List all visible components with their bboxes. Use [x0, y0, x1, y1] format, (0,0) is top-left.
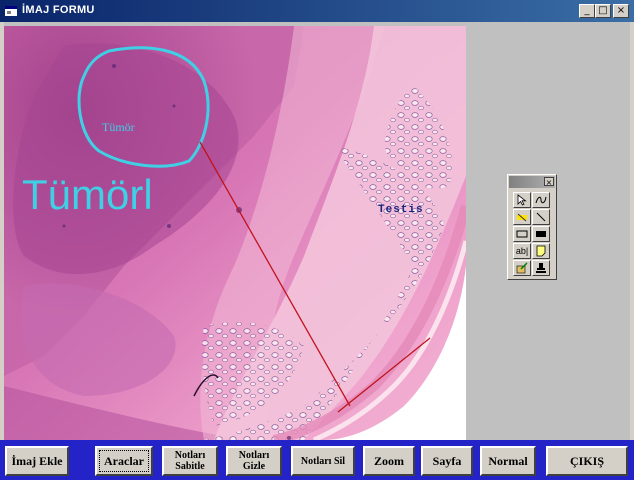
note-icon: [536, 245, 546, 257]
notlari-sil-button[interactable]: Notları Sil: [291, 446, 355, 476]
image-canvas: [4, 26, 466, 440]
line-icon: [536, 212, 546, 222]
zoom-button[interactable]: Zoom: [363, 446, 415, 476]
filled-rectangle-tool[interactable]: [532, 226, 550, 242]
text-tool[interactable]: ab|: [513, 243, 531, 259]
close-button[interactable]: ×: [613, 4, 629, 18]
notlari-sabitle-line1: Notları: [174, 450, 206, 461]
image-edit-icon: [516, 262, 528, 274]
filled-rectangle-icon: [536, 231, 546, 237]
app-icon: [5, 6, 17, 16]
testis-label[interactable]: Testis: [378, 204, 424, 216]
imaj-ekle-button[interactable]: İmaj Ekle: [5, 446, 69, 476]
title-bar: İMAJ FORMU _ □ ×: [0, 0, 634, 22]
window-title: İMAJ FORMU: [22, 4, 95, 16]
image-edit-tool[interactable]: [513, 260, 531, 276]
pointer-tool[interactable]: [513, 192, 531, 208]
drawing-toolbox[interactable]: × ab|: [507, 174, 557, 280]
note-tool[interactable]: [532, 243, 550, 259]
maximize-button[interactable]: □: [595, 4, 611, 18]
sayfa-button[interactable]: Sayfa: [421, 446, 473, 476]
minimize-button[interactable]: _: [579, 4, 595, 18]
highlight-icon: [517, 213, 527, 222]
line-tool[interactable]: [532, 209, 550, 225]
araclar-button[interactable]: Araclar: [95, 446, 153, 476]
freehand-icon: [535, 196, 547, 204]
cikis-button[interactable]: ÇIKIŞ: [546, 446, 628, 476]
toolbox-close-button[interactable]: ×: [544, 177, 554, 187]
freehand-tool[interactable]: [532, 192, 550, 208]
highlight-tool[interactable]: [513, 209, 531, 225]
notlari-gizle-button[interactable]: Notları Gizle: [226, 446, 282, 476]
notlari-sabitle-button[interactable]: Notları Sabitle: [162, 446, 218, 476]
notlari-gizle-line1: Notları: [238, 450, 270, 461]
rectangle-tool[interactable]: [513, 226, 531, 242]
tumor-circle-label[interactable]: Tümör: [102, 120, 135, 135]
stamp-icon: [536, 263, 546, 273]
histology-image[interactable]: Tümör Tümörl Testis: [4, 26, 466, 440]
arrow-pointer-icon: [517, 194, 527, 206]
notlari-gizle-line2: Gizle: [242, 461, 266, 472]
rectangle-icon: [516, 230, 528, 238]
notlari-sabitle-line2: Sabitle: [175, 461, 205, 472]
tumor-big-label[interactable]: Tümörl: [22, 172, 153, 218]
normal-button[interactable]: Normal: [480, 446, 536, 476]
stamp-tool[interactable]: [532, 260, 550, 276]
